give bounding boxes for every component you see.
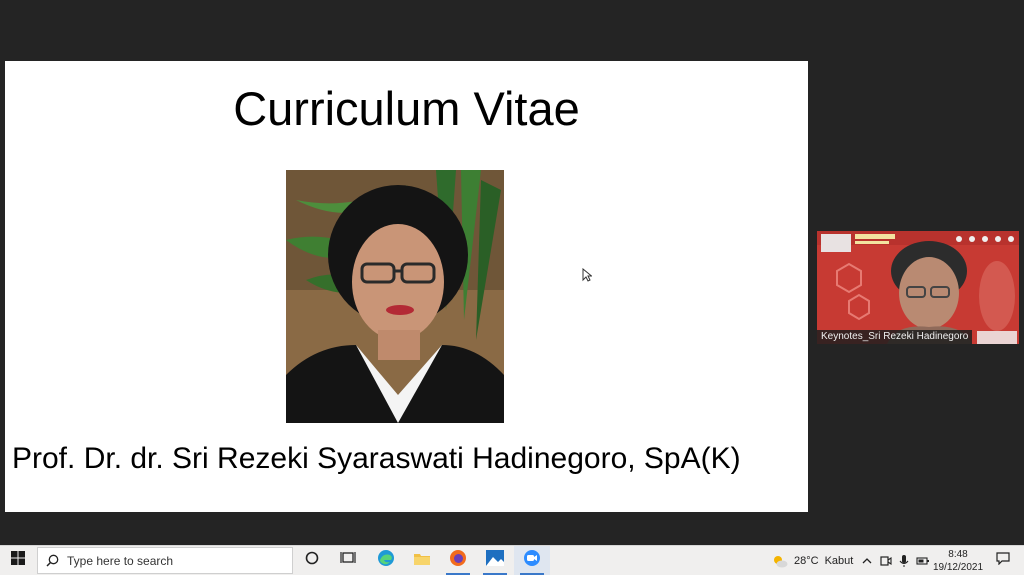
chevron-up-icon[interactable] <box>862 557 872 564</box>
search-placeholder: Type here to search <box>67 553 174 568</box>
clock-time: 8:48 <box>948 549 968 560</box>
notifications-button[interactable] <box>988 546 1018 575</box>
battery-icon[interactable] <box>916 556 930 566</box>
system-tray <box>862 546 930 575</box>
taskbar-firefox[interactable] <box>440 546 476 575</box>
task-view-button[interactable] <box>330 546 366 575</box>
photos-icon <box>486 550 504 571</box>
taskbar-edge[interactable] <box>368 546 404 575</box>
firefox-icon <box>449 549 467 572</box>
windows-logo-icon <box>11 551 25 570</box>
search-icon <box>46 554 59 567</box>
cortana-icon <box>305 551 319 570</box>
task-view-icon <box>340 551 356 570</box>
portrait-photo <box>286 170 504 423</box>
taskbar-clock[interactable]: 8:48 19/12/2021 <box>930 548 986 574</box>
meeting-window: Curriculum Vitae Prof. Dr. dr. Sri Rezek… <box>0 0 1024 545</box>
weather-description: Kabut <box>824 554 854 567</box>
taskbar-photos[interactable] <box>477 546 513 575</box>
start-button[interactable] <box>0 546 36 575</box>
participant-name-label: Keynotes_Sri Rezeki Hadinegoro <box>817 330 973 344</box>
windows-taskbar: Type here to search 28°C Kabut 8:48 19/1… <box>0 545 1024 575</box>
notification-icon <box>996 551 1010 570</box>
shared-screen-slide: Curriculum Vitae Prof. Dr. dr. Sri Rezek… <box>5 61 808 512</box>
slide-caption: Prof. Dr. dr. Sri Rezeki Syaraswati Hadi… <box>12 442 741 475</box>
partly-cloudy-icon <box>772 554 788 568</box>
folder-icon <box>413 551 431 571</box>
taskbar-search-box[interactable]: Type here to search <box>37 547 293 574</box>
zoom-icon <box>523 549 541 572</box>
edge-icon <box>377 549 395 572</box>
taskbar-file-explorer[interactable] <box>404 546 440 575</box>
cortana-button[interactable] <box>294 546 330 575</box>
slide-title: Curriculum Vitae <box>233 82 580 135</box>
participant-video-tile[interactable]: Keynotes_Sri Rezeki Hadinegoro <box>817 231 1019 344</box>
mouse-pointer-icon <box>582 267 593 287</box>
clock-date: 19/12/2021 <box>932 562 984 573</box>
meet-now-icon[interactable] <box>880 555 892 567</box>
taskbar-zoom[interactable] <box>514 546 550 575</box>
weather-widget[interactable]: 28°C Kabut <box>772 546 853 575</box>
microphone-icon[interactable] <box>899 554 909 568</box>
weather-temperature: 28°C <box>794 554 819 567</box>
